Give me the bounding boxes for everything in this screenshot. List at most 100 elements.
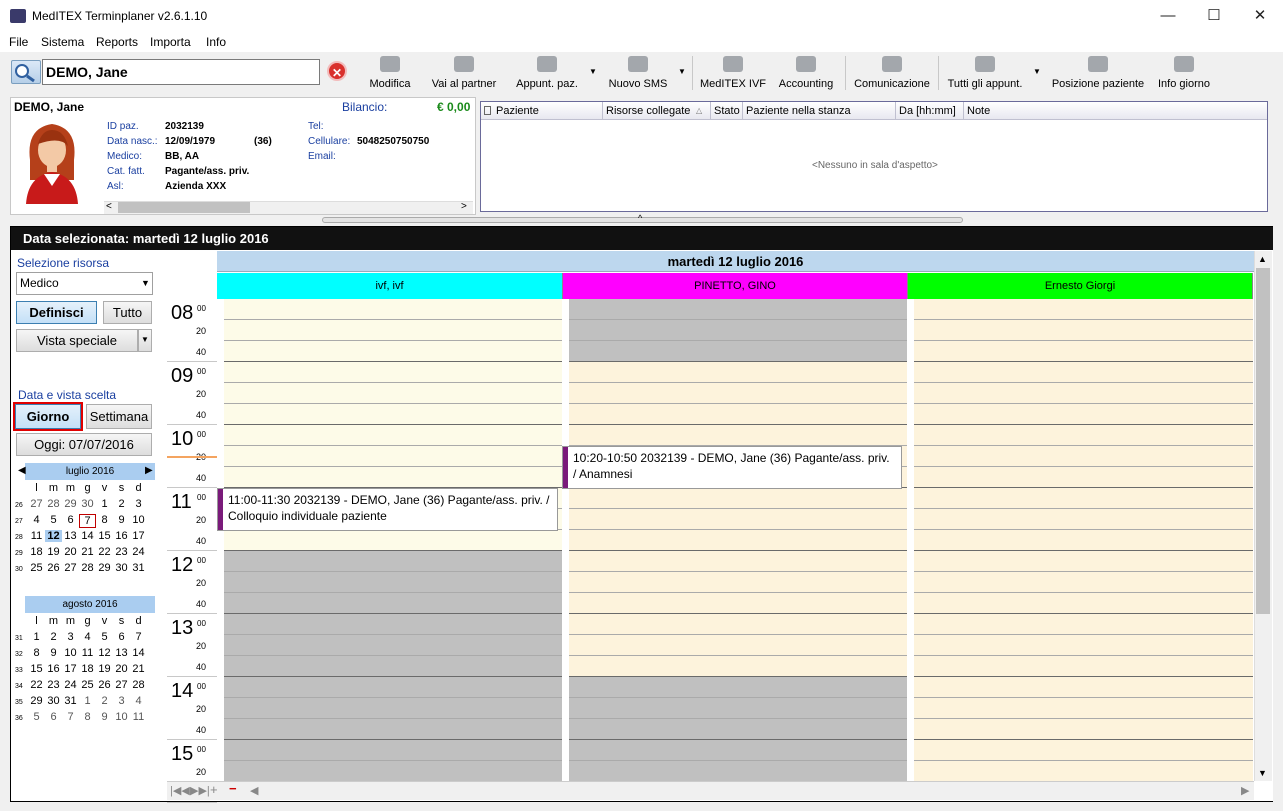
calendar-day[interactable]: 16 bbox=[113, 530, 130, 542]
appointment-colloquio[interactable]: 11:00-11:30 2032139 - DEMO, Jane (36) Pa… bbox=[217, 488, 558, 531]
calendar-day[interactable]: 7 bbox=[130, 631, 147, 643]
calendar-day[interactable]: 27 bbox=[28, 498, 45, 510]
appuntamenti-paziente-button[interactable]: Appunt. paz. bbox=[514, 54, 580, 92]
column-chooser-icon[interactable] bbox=[484, 106, 491, 115]
time-slot[interactable] bbox=[914, 404, 1253, 425]
time-slot[interactable] bbox=[914, 362, 1253, 383]
resource-select[interactable]: Medico bbox=[16, 272, 153, 295]
nuovo-sms-button[interactable]: Nuovo SMS bbox=[608, 54, 668, 92]
calendar-day[interactable]: 30 bbox=[79, 498, 96, 510]
time-slot[interactable] bbox=[914, 551, 1253, 572]
calendar-day[interactable]: 19 bbox=[96, 663, 113, 675]
calendar-day[interactable]: 3 bbox=[113, 695, 130, 707]
calendar-day[interactable]: 13 bbox=[113, 647, 130, 659]
time-slot[interactable] bbox=[914, 761, 1253, 782]
calendar-day[interactable]: 10 bbox=[130, 514, 147, 526]
calendar-day[interactable]: 22 bbox=[28, 679, 45, 691]
calendar-day[interactable]: 1 bbox=[96, 498, 113, 510]
calendar-day[interactable]: 24 bbox=[62, 679, 79, 691]
calendar-day[interactable]: 27 bbox=[113, 679, 130, 691]
menu-info[interactable]: Info bbox=[206, 35, 226, 49]
modifica-button[interactable]: Modifica bbox=[366, 54, 414, 92]
calendar-day[interactable]: 3 bbox=[62, 631, 79, 643]
col-paziente[interactable]: Paziente bbox=[496, 105, 539, 117]
sms-dropdown-icon[interactable]: ▼ bbox=[678, 67, 686, 76]
time-slot[interactable] bbox=[914, 299, 1253, 320]
time-slot[interactable] bbox=[914, 341, 1253, 362]
time-slot[interactable] bbox=[569, 320, 907, 341]
menu-reports[interactable]: Reports bbox=[96, 35, 138, 49]
resource-column-ivf[interactable] bbox=[224, 299, 562, 782]
scroll-up-icon[interactable]: ▲ bbox=[1258, 254, 1267, 264]
tutti-gli-appuntamenti-button[interactable]: Tutti gli appunt. bbox=[945, 54, 1025, 92]
prev-month-icon[interactable]: ◀ bbox=[18, 465, 26, 476]
time-slot[interactable] bbox=[914, 425, 1253, 446]
today-button[interactable]: Oggi: 07/07/2016 bbox=[16, 433, 152, 456]
time-slot[interactable] bbox=[224, 761, 562, 782]
calendar-day[interactable]: 9 bbox=[113, 514, 130, 526]
calendar-day[interactable]: 22 bbox=[96, 546, 113, 558]
calendar-day[interactable]: 7 bbox=[62, 711, 79, 723]
calendar-day[interactable]: 14 bbox=[130, 647, 147, 659]
time-slot[interactable] bbox=[224, 362, 562, 383]
time-slot[interactable] bbox=[914, 719, 1253, 740]
time-slot[interactable] bbox=[569, 551, 907, 572]
patient-search-icon[interactable] bbox=[11, 60, 41, 84]
minimize-button[interactable]: — bbox=[1145, 0, 1191, 32]
resource-column-giorgi[interactable] bbox=[914, 299, 1253, 782]
time-slot[interactable] bbox=[224, 719, 562, 740]
posizione-paziente-button[interactable]: Posizione paziente bbox=[1050, 54, 1146, 92]
time-slot[interactable] bbox=[569, 614, 907, 635]
calendar-day[interactable]: 30 bbox=[45, 695, 62, 707]
col-paziente-stanza[interactable]: Paziente nella stanza bbox=[746, 105, 851, 117]
appointment-anamnesi[interactable]: 10:20-10:50 2032139 - DEMO, Jane (36) Pa… bbox=[562, 446, 902, 489]
calendar-day[interactable]: 28 bbox=[45, 498, 62, 510]
calendar-day[interactable]: 5 bbox=[45, 514, 62, 526]
menu-file[interactable]: File bbox=[9, 35, 28, 49]
time-slot[interactable] bbox=[224, 593, 562, 614]
calendar-day[interactable]: 23 bbox=[45, 679, 62, 691]
all-button[interactable]: Tutto bbox=[103, 301, 152, 324]
calendar-day[interactable]: 1 bbox=[28, 631, 45, 643]
calendar-day[interactable]: 19 bbox=[45, 546, 62, 558]
time-slot[interactable] bbox=[914, 467, 1253, 488]
calendar-day[interactable]: 21 bbox=[130, 663, 147, 675]
calendar-day[interactable]: 11 bbox=[79, 647, 96, 659]
time-slot[interactable] bbox=[914, 635, 1253, 656]
calendar-day[interactable]: 25 bbox=[79, 679, 96, 691]
calendar-day[interactable]: 29 bbox=[28, 695, 45, 707]
time-slot[interactable] bbox=[569, 488, 907, 509]
time-slot[interactable] bbox=[224, 635, 562, 656]
close-button[interactable]: ✕ bbox=[1237, 0, 1283, 32]
time-slot[interactable] bbox=[224, 656, 562, 677]
calendar-day[interactable]: 5 bbox=[28, 711, 45, 723]
calendar-day[interactable]: 2 bbox=[113, 498, 130, 510]
time-slot[interactable] bbox=[224, 404, 562, 425]
calendar-day[interactable]: 8 bbox=[79, 711, 96, 723]
calendar-day[interactable]: 28 bbox=[79, 562, 96, 574]
time-slot[interactable] bbox=[224, 551, 562, 572]
calendar-day[interactable]: 15 bbox=[96, 530, 113, 542]
scroll-right-icon[interactable]: ▶ bbox=[1241, 784, 1249, 797]
time-slot[interactable] bbox=[569, 362, 907, 383]
col-stato[interactable]: Stato bbox=[714, 105, 740, 117]
calendar-day[interactable]: 24 bbox=[130, 546, 147, 558]
calendar-day[interactable]: 29 bbox=[96, 562, 113, 574]
time-slot[interactable] bbox=[569, 677, 907, 698]
time-slot[interactable] bbox=[914, 383, 1253, 404]
time-slot[interactable] bbox=[569, 635, 907, 656]
time-slot[interactable] bbox=[224, 299, 562, 320]
calendar-day[interactable]: 7 bbox=[79, 514, 96, 528]
calendar-day[interactable]: 5 bbox=[96, 631, 113, 643]
calendar-day[interactable]: 20 bbox=[113, 663, 130, 675]
time-slot[interactable] bbox=[914, 509, 1253, 530]
special-view-button[interactable]: Vista speciale bbox=[16, 329, 138, 352]
calendar-day[interactable]: 3 bbox=[130, 498, 147, 510]
time-slot[interactable] bbox=[224, 740, 562, 761]
resource-header-ivf[interactable]: ivf, ivf bbox=[217, 273, 563, 299]
clear-search-button[interactable]: ✕ bbox=[327, 61, 347, 81]
time-slot[interactable] bbox=[224, 383, 562, 404]
calendar-day[interactable]: 18 bbox=[79, 663, 96, 675]
calendar-day[interactable]: 14 bbox=[79, 530, 96, 542]
special-view-dropdown-icon[interactable]: ▼ bbox=[138, 329, 152, 352]
